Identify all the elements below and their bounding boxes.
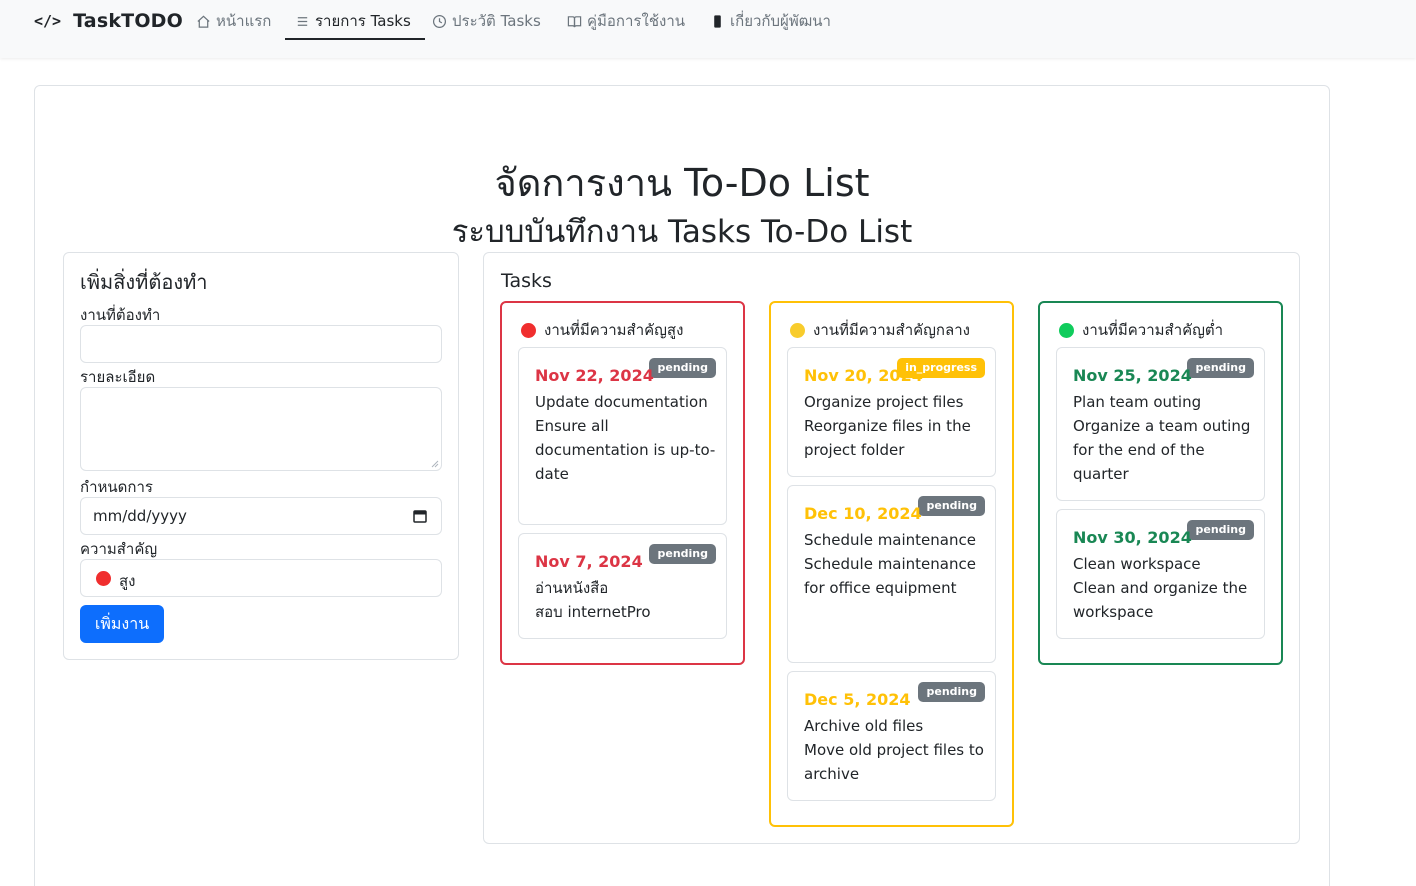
task-card[interactable]: pending Nov 22, 2024 Update documentatio… (518, 347, 727, 525)
task-due-date: Dec 10, 2024 (804, 504, 922, 523)
tasks-title: Tasks (501, 270, 552, 292)
task-detail: Schedule maintenance for office equipmen… (804, 555, 976, 597)
task-title: อ่านหนังสือ (535, 579, 609, 597)
nav-home-label: หน้าแรก (216, 12, 272, 30)
calendar-icon[interactable] (413, 509, 427, 523)
task-title: Archive old files (804, 717, 924, 735)
priority-select[interactable]: สูง (80, 559, 442, 597)
task-card[interactable]: pending Nov 7, 2024 อ่านหนังสือ สอบ inte… (518, 533, 727, 639)
status-badge: pending (649, 358, 716, 378)
high-priority-heading-text: งานที่มีความสำคัญสูง (544, 321, 684, 339)
medium-priority-heading-text: งานที่มีความสำคัญกลาง (813, 321, 970, 339)
task-title: Plan team outing (1073, 393, 1202, 411)
nav-history-label: ประวัติ Tasks (452, 12, 541, 30)
high-priority-heading: งานที่มีความสำคัญสูง (521, 318, 683, 342)
page-title: จัดการงาน To-Do List (494, 161, 870, 205)
high-priority-dot (521, 322, 536, 338)
resize-handle-icon[interactable] (430, 459, 439, 468)
priority-label: ความสำคัญ (80, 540, 158, 558)
nav-history[interactable]: ประวัติ Tasks (432, 8, 541, 34)
active-tab-underline (285, 38, 425, 40)
status-badge: pending (1187, 358, 1254, 378)
nav-tasks[interactable]: รายการ Tasks (295, 8, 411, 34)
detail-textarea[interactable] (80, 387, 442, 471)
status-badge: pending (649, 544, 716, 564)
task-card[interactable]: pending Dec 10, 2024 Schedule maintenanc… (787, 485, 996, 663)
low-priority-heading: งานที่มีความสำคัญต่ำ (1059, 318, 1223, 342)
code-icon: </> (34, 12, 62, 30)
nav-manual[interactable]: คู่มือการใช้งาน (567, 8, 685, 34)
task-detail: สอบ internetPro (535, 603, 651, 621)
book-icon (567, 15, 582, 27)
task-detail: Ensure all documentation is up-to-date (535, 417, 716, 483)
task-card[interactable]: pending Nov 30, 2024 Clean workspace Cle… (1056, 509, 1265, 639)
home-icon (197, 15, 210, 28)
task-due-date: Nov 30, 2024 (1073, 528, 1192, 547)
add-task-button[interactable]: เพิ่มงาน (80, 605, 164, 643)
task-due-date: Dec 5, 2024 (804, 690, 911, 709)
nav-home[interactable]: หน้าแรก (196, 8, 271, 34)
due-date-input[interactable]: mm/dd/yyyy (80, 497, 442, 535)
task-title: Clean workspace (1073, 555, 1201, 573)
status-badge: in_progress (897, 358, 985, 378)
brand[interactable]: </> TaskTODO (34, 8, 183, 34)
status-badge: pending (918, 682, 985, 702)
task-name-input[interactable] (80, 325, 442, 363)
brand-name: TaskTODO (73, 10, 184, 32)
priority-select-value: สูง (119, 572, 136, 590)
task-detail: Move old project files to archive (804, 741, 984, 783)
low-priority-heading-text: งานที่มีความสำคัญต่ำ (1082, 321, 1224, 339)
task-detail: Reorganize files in the project folder (804, 417, 971, 459)
priority-high-dot (96, 571, 111, 586)
navbar: </> TaskTODO หน้าแรก รายการ Tasks ประวัต… (0, 0, 1416, 58)
nav-tasks-label: รายการ Tasks (315, 12, 411, 30)
task-title: Update documentation (535, 393, 708, 411)
detail-label: รายละเอียด (80, 368, 156, 386)
task-detail: Organize a team outing for the end of th… (1073, 417, 1251, 483)
task-card[interactable]: pending Dec 5, 2024 Archive old files Mo… (787, 671, 996, 801)
task-title: Schedule maintenance (804, 531, 976, 549)
status-badge: pending (1187, 520, 1254, 540)
status-badge: pending (918, 496, 985, 516)
task-card[interactable]: Nov 20, 2024 in_progress Organize projec… (787, 347, 996, 477)
low-priority-dot (1059, 322, 1074, 338)
list-icon (297, 16, 308, 26)
due-date-label: กำหนดการ (80, 478, 153, 496)
task-due-date: Nov 22, 2024 (535, 366, 654, 385)
medium-priority-dot (790, 322, 805, 338)
form-heading: เพิ่มสิ่งที่ต้องทำ (80, 270, 208, 294)
nav-about[interactable]: เกี่ยวกับผู้พัฒนา (710, 8, 831, 34)
task-detail: Clean and organize the workspace (1073, 579, 1248, 621)
task-card[interactable]: pending Nov 25, 2024 Plan team outing Or… (1056, 347, 1265, 501)
task-name-label: งานที่ต้องทำ (80, 306, 161, 324)
task-due-date: Nov 7, 2024 (535, 552, 643, 571)
due-date-placeholder: mm/dd/yyyy (93, 507, 187, 525)
medium-priority-heading: งานที่มีความสำคัญกลาง (790, 318, 970, 342)
nav-about-label: เกี่ยวกับผู้พัฒนา (730, 12, 831, 30)
clock-icon (432, 14, 447, 28)
phone-icon (714, 14, 721, 28)
page-subtitle: ระบบบันทึกงาน Tasks To-Do List (451, 214, 913, 250)
task-title: Organize project files (804, 393, 964, 411)
task-due-date: Nov 25, 2024 (1073, 366, 1192, 385)
nav-manual-label: คู่มือการใช้งาน (587, 12, 685, 30)
